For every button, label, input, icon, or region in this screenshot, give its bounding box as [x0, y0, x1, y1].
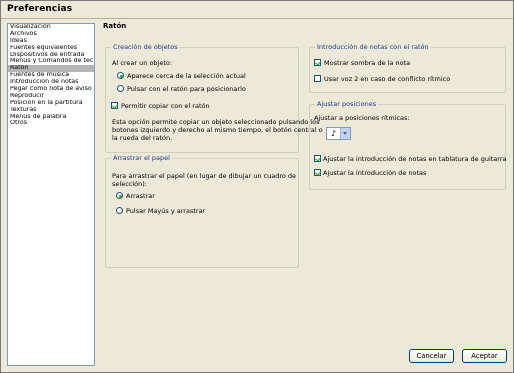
snap-rhythm-select[interactable]: ♪	[326, 127, 351, 140]
radio-click-position[interactable]	[117, 85, 124, 92]
sidebar-item[interactable]: Ideas	[8, 38, 94, 45]
sidebar-item[interactable]: Menús y Comandos de teclado	[8, 58, 94, 65]
arrastrar-intro-2: selección):	[112, 180, 147, 188]
title-bar[interactable]: Preferencias	[1, 1, 513, 19]
radio-drag-label[interactable]: Arrastrar	[126, 192, 155, 200]
sidebar-item[interactable]: Pegar como nota de aviso	[8, 86, 94, 93]
sidebar-item[interactable]: Menús de palabra	[8, 114, 94, 121]
ajustar-group-title: Ajustar posiciones	[315, 100, 379, 108]
radio-near-selection[interactable]	[117, 72, 124, 79]
ajustar-label: Ajustar a posiciones rítmicas:	[314, 114, 410, 122]
sidebar-item[interactable]: Reproducir	[8, 93, 94, 100]
sidebar-item[interactable]: Fuentes equivalentes	[8, 45, 94, 52]
arrastrar-group-title: Arrastrar el papel	[111, 154, 172, 162]
check-show-shadow-label[interactable]: Mostrar sombra de la nota	[324, 59, 410, 67]
creacion-desc-3: la rueda del ratón.	[112, 134, 173, 142]
creacion-desc-2: botones izquierdo y derecho al mismo tie…	[112, 126, 323, 134]
chevron-down-icon[interactable]	[340, 128, 350, 139]
preferences-window: Preferencias Visualización Archivos Idea…	[0, 0, 514, 373]
sidebar-item[interactable]: Visualización	[8, 24, 94, 31]
check-snap-notes-label[interactable]: Ajustar la introducción de notas	[323, 169, 426, 177]
radio-drag[interactable]	[116, 192, 123, 199]
check-voice-2[interactable]	[314, 75, 321, 82]
sidebar-item[interactable]: Posición en la partitura	[8, 100, 94, 107]
creacion-intro: Al crear un objeto:	[112, 59, 173, 67]
check-allow-copy[interactable]	[111, 102, 118, 109]
radio-near-selection-label[interactable]: Aparece cerca de la selección actual	[127, 72, 246, 80]
sidebar-item[interactable]: Texturas	[8, 107, 94, 114]
cancel-button[interactable]: Cancelar	[409, 349, 454, 363]
sidebar-item[interactable]: Dispositivos de entrada	[8, 52, 94, 59]
notas-group: Introducción de notas con el ratón Mostr…	[309, 43, 506, 93]
arrastrar-group: Arrastrar el papel Para arrastrar el pap…	[105, 154, 299, 268]
creacion-group-title: Creación de objetos	[111, 43, 180, 51]
sidebar-item[interactable]: Otros	[8, 120, 94, 127]
accept-button[interactable]: Aceptar	[462, 349, 507, 363]
radio-shift-drag-label[interactable]: Pulsar Mayús y arrastrar	[126, 207, 205, 215]
sidebar-list[interactable]: Visualización Archivos Ideas Fuentes equ…	[7, 23, 95, 366]
radio-click-position-label[interactable]: Pulsar con el ratón para posicionarlo	[127, 85, 246, 93]
page-title: Ratón	[103, 22, 127, 30]
creacion-desc-1: Esta opción permite copiar un objeto sel…	[112, 118, 320, 126]
check-voice-2-label[interactable]: Usar voz 2 en caso de conflicto rítmico	[324, 75, 450, 83]
radio-shift-drag[interactable]	[116, 207, 123, 214]
notas-group-title: Introducción de notas con el ratón	[315, 43, 431, 51]
check-snap-notes[interactable]	[314, 169, 321, 176]
check-allow-copy-label[interactable]: Permitir copiar con el ratón	[121, 102, 210, 110]
sidebar-item[interactable]: Archivos	[8, 31, 94, 38]
sidebar-item[interactable]: Introducción de notas	[8, 79, 94, 86]
creacion-group: Creación de objetos Al crear un objeto: …	[105, 43, 323, 153]
sidebar-item-selected[interactable]: Ratón	[8, 65, 94, 73]
check-snap-tablature[interactable]	[314, 155, 321, 162]
arrastrar-intro-1: Para arrastrar el papel (en lugar de dib…	[112, 172, 297, 180]
eighth-note-icon: ♪	[331, 129, 337, 138]
check-snap-tablature-label[interactable]: Ajustar la introducción de notas en tabl…	[323, 155, 507, 163]
window-title: Preferencias	[7, 4, 73, 14]
check-show-shadow[interactable]	[314, 59, 321, 66]
ajustar-group: Ajustar posiciones Ajustar a posiciones …	[309, 100, 507, 190]
sidebar-item[interactable]: Fuentes de música	[8, 72, 94, 79]
